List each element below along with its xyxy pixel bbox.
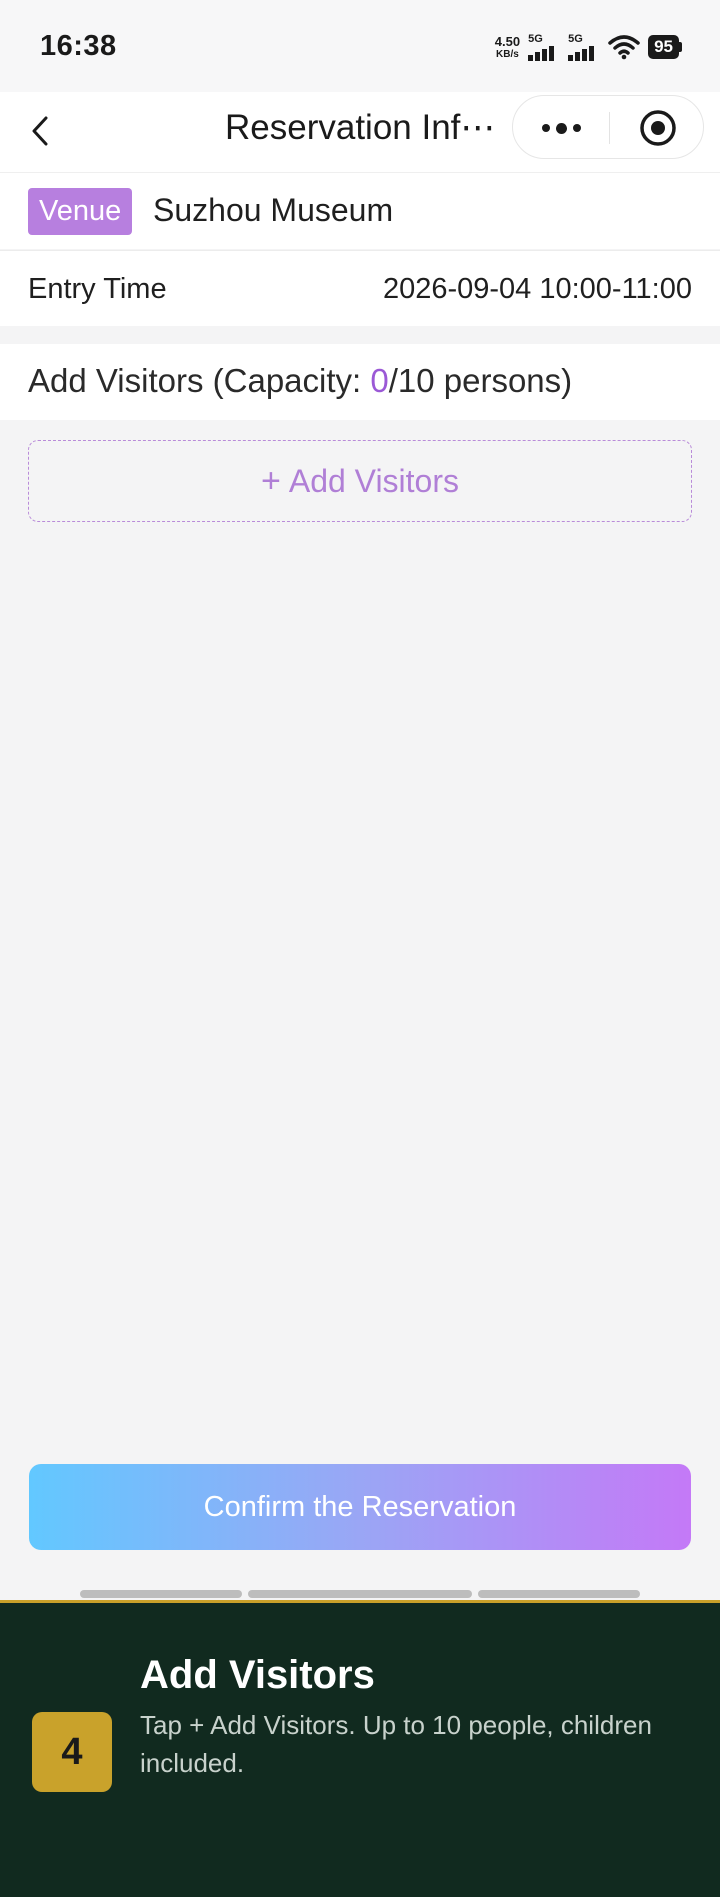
network-speed-value: 4.50 (494, 33, 521, 49)
step-number-badge: 4 (32, 1712, 112, 1792)
visitors-header: Add Visitors (Capacity: 0/10 persons) (0, 344, 720, 420)
signal-icon: 5G (528, 33, 560, 61)
status-bar: 16:38 4.50 KB/s 5G 5G 95 (0, 0, 720, 92)
tutorial-progress (80, 1590, 640, 1598)
plus-icon: + (260, 461, 281, 500)
progress-segment (248, 1590, 472, 1598)
visitor-count: 0 (370, 362, 389, 399)
progress-segment (80, 1590, 242, 1598)
visitors-title-suffix: /10 persons) (388, 362, 573, 399)
confirm-reservation-label: Confirm the Reservation (203, 1490, 517, 1523)
venue-name: Suzhou Museum (153, 192, 394, 228)
target-icon (639, 110, 676, 146)
battery-icon: 95 (648, 35, 682, 59)
network-speed: 4.50 KB/s (495, 35, 520, 60)
entry-time-label: Entry Time (28, 273, 167, 305)
signal-icon: 5G (568, 33, 600, 61)
progress-segment (478, 1590, 640, 1598)
tutorial-description: Tap + Add Visitors. Up to 10 people, chi… (140, 1710, 652, 1778)
close-miniprogram-button[interactable] (610, 96, 705, 160)
status-icons: 4.50 KB/s 5G 5G 95 (495, 32, 682, 62)
confirm-reservation-button[interactable]: Confirm the Reservation (29, 1464, 691, 1550)
venue-row: Venue Suzhou Museum (0, 172, 720, 249)
chevron-left-icon (32, 116, 48, 146)
status-time: 16:38 (40, 30, 117, 62)
tutorial-overlay: 4 Add Visitors Tap + Add Visitors. Up to… (0, 1600, 720, 1897)
venue-tag: Venue (28, 188, 133, 235)
nav-bar: Reservation Inf⋯ (0, 92, 720, 172)
signal-label: 5G (568, 33, 583, 45)
wifi-icon (608, 35, 640, 60)
page-title: Reservation Inf⋯ (225, 108, 495, 147)
back-button[interactable] (22, 106, 62, 156)
add-visitors-label: Add Visitors (288, 462, 459, 499)
signal-label: 5G (528, 33, 543, 45)
network-speed-unit: KB/s (496, 48, 519, 60)
visitors-title: Add Visitors (Capacity: 0/10 persons) (28, 362, 572, 400)
more-button[interactable] (513, 96, 609, 160)
tutorial-title: Add Visitors (140, 1653, 375, 1697)
visitors-title-prefix: Add Visitors (Capacity: (28, 362, 371, 399)
entry-time-value: 2026-09-04 10:00-11:00 (382, 273, 692, 305)
more-dots-icon (541, 124, 550, 132)
battery-level: 95 (648, 35, 679, 59)
add-visitors-button[interactable]: + Add Visitors (28, 440, 692, 522)
mini-program-capsule (512, 95, 704, 159)
entry-time-row: Entry Time 2026-09-04 10:00-11:00 (0, 250, 720, 326)
